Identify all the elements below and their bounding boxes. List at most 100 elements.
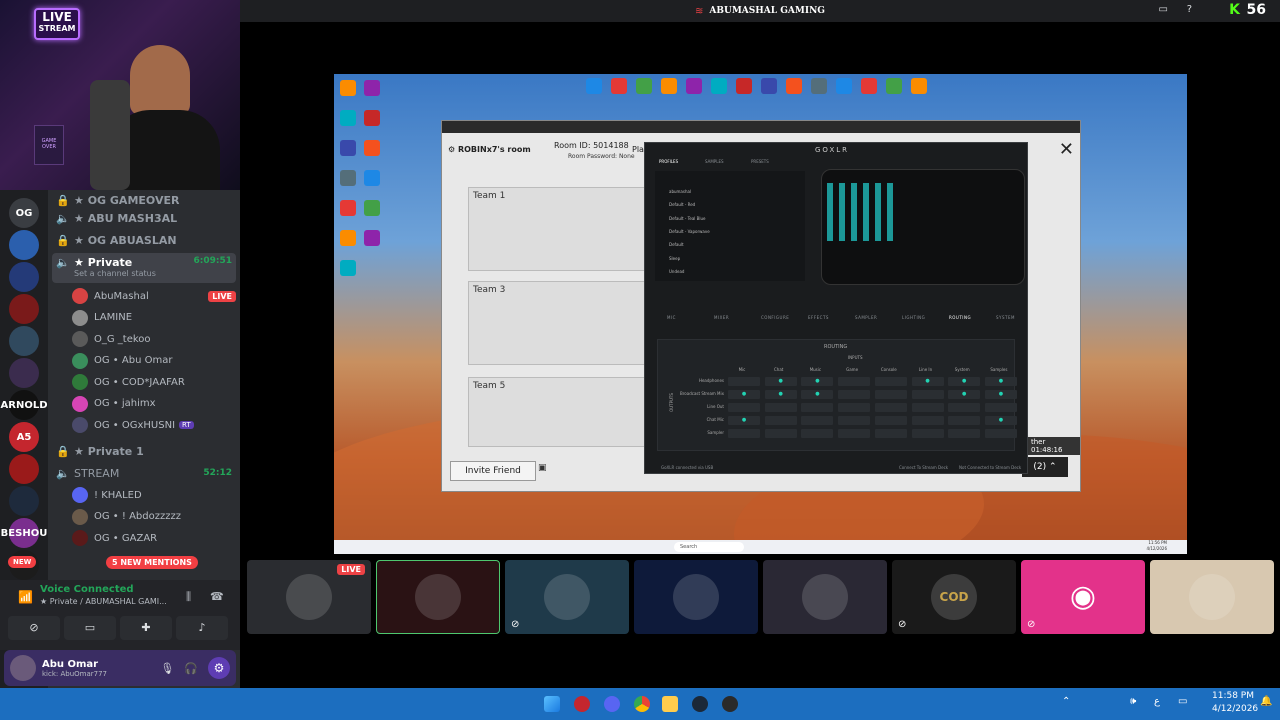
routing-cell[interactable] <box>874 390 907 399</box>
count-badge[interactable]: (2) ⌃ <box>1022 457 1068 477</box>
tray-chevron-icon[interactable]: ⌃ <box>1062 696 1070 707</box>
desktop-shortcut-icon[interactable] <box>586 78 602 94</box>
channel-stream[interactable]: 🔈 STREAM 52:12 <box>52 463 236 483</box>
steam-icon[interactable] <box>692 696 708 712</box>
profile-item[interactable]: abumashal <box>669 189 691 194</box>
desktop-shortcut-icon[interactable] <box>886 78 902 94</box>
desktop-shortcut-icon[interactable] <box>340 110 356 126</box>
routing-cell[interactable] <box>874 403 907 412</box>
routing-cell[interactable] <box>728 377 760 386</box>
camera-off-button[interactable]: ⊘ <box>8 616 60 640</box>
participant-tile[interactable] <box>1150 560 1274 634</box>
voice-member[interactable]: OG • Abu Omar <box>72 351 236 371</box>
goxlr-tab[interactable]: MIXER <box>714 315 729 320</box>
routing-cell[interactable] <box>728 429 760 438</box>
invite-friend-button[interactable]: Invite Friend <box>450 461 536 481</box>
desktop-shortcut-icon[interactable] <box>786 78 802 94</box>
desktop-shortcut-icon[interactable] <box>340 230 356 246</box>
voice-member[interactable]: OG • GAZAR <box>72 528 236 548</box>
routing-cell[interactable] <box>911 390 944 399</box>
routing-cell[interactable] <box>838 390 871 399</box>
desktop-shortcut-icon[interactable] <box>364 230 380 246</box>
routing-cell[interactable] <box>801 429 834 438</box>
user-avatar[interactable] <box>10 655 36 681</box>
voice-member[interactable]: OG • ! Abdozzzzz <box>72 507 236 527</box>
profile-item[interactable]: Sleep <box>669 256 680 261</box>
activities-button[interactable]: ✚ <box>120 616 172 640</box>
server-icon[interactable] <box>9 294 39 324</box>
routing-cell[interactable] <box>874 416 907 425</box>
server-icon[interactable]: OG <box>9 198 39 228</box>
desktop-shortcut-icon[interactable] <box>340 260 356 276</box>
routing-cell[interactable] <box>984 403 1017 412</box>
voice-member[interactable]: OG • OGxHUSNI RT <box>72 415 236 435</box>
routing-cell[interactable]: ● <box>984 377 1017 386</box>
desktop-shortcut-icon[interactable] <box>611 78 627 94</box>
goxlr-tab[interactable]: MIC <box>667 315 676 320</box>
desktop-shortcut-icon[interactable] <box>811 78 827 94</box>
routing-cell[interactable] <box>838 429 871 438</box>
voice-member[interactable]: OG • jahimx <box>72 394 236 414</box>
routing-cell[interactable]: ● <box>728 416 760 425</box>
goxlr-top-tab[interactable]: PROFILES <box>659 159 678 164</box>
routing-cell[interactable] <box>838 377 871 386</box>
goxlr-top-tab[interactable]: PRESETS <box>751 159 769 164</box>
channel-abu-mash3al[interactable]: 🔈 ★ ABU MASH3AL <box>52 208 236 228</box>
routing-cell[interactable]: ● <box>801 390 834 399</box>
routing-cell[interactable]: ● <box>984 390 1017 399</box>
goxlr-top-tab[interactable]: SAMPLES <box>705 159 724 164</box>
routing-cell[interactable]: ● <box>764 377 797 386</box>
desktop-shortcut-icon[interactable] <box>340 170 356 186</box>
routing-cell[interactable]: ● <box>911 377 944 386</box>
routing-cell[interactable] <box>838 403 871 412</box>
clock-date[interactable]: 4/12/2026 <box>1212 704 1258 714</box>
routing-cell[interactable]: ● <box>948 390 981 399</box>
notification-bell-icon[interactable]: 🔔 <box>1260 696 1272 707</box>
clock-time[interactable]: 11:58 PM <box>1212 691 1254 701</box>
voice-member[interactable]: O_G _tekoo <box>72 329 236 349</box>
desktop-shortcut-icon[interactable] <box>686 78 702 94</box>
desktop-shortcut-icon[interactable] <box>364 80 380 96</box>
stream-deck-connect[interactable]: Connect To Stream Deck <box>899 465 948 470</box>
server-icon[interactable] <box>9 326 39 356</box>
voice-member[interactable]: OG • COD*JAAFAR <box>72 372 236 392</box>
help-icon[interactable]: ? <box>1187 4 1192 15</box>
routing-cell[interactable] <box>874 429 907 438</box>
channel-private-1[interactable]: 🔒 ★ Private 1 <box>52 441 236 461</box>
desktop-shortcut-icon[interactable] <box>364 170 380 186</box>
channel-og-gameover[interactable]: 🔒 ★ OG GAMEOVER <box>52 190 236 210</box>
remote-search-box[interactable]: Search <box>674 542 744 552</box>
headset-icon[interactable]: 🎧 <box>184 662 198 675</box>
profile-item[interactable]: Undead <box>669 269 684 274</box>
goxlr-tab[interactable]: SYSTEM <box>996 315 1015 320</box>
desktop-shortcut-icon[interactable] <box>761 78 777 94</box>
server-icon[interactable]: A5 <box>9 422 39 452</box>
routing-cell[interactable] <box>801 403 834 412</box>
routing-cell[interactable] <box>764 429 797 438</box>
participant-tile[interactable]: ◉ ⊘ <box>1021 560 1145 634</box>
chat-icon[interactable]: ▣ <box>538 463 547 473</box>
routing-cell[interactable] <box>801 416 834 425</box>
desktop-shortcut-icon[interactable] <box>340 200 356 216</box>
desktop-shortcut-icon[interactable] <box>364 110 380 126</box>
minimize-icon[interactable]: ▭ <box>1159 4 1168 15</box>
desktop-shortcut-icon[interactable] <box>861 78 877 94</box>
voice-member[interactable]: ! KHALED <box>72 485 236 505</box>
routing-cell[interactable]: ● <box>764 390 797 399</box>
routing-cell[interactable]: ● <box>948 377 981 386</box>
discord-icon[interactable] <box>604 696 620 712</box>
routing-cell[interactable] <box>838 416 871 425</box>
new-mentions-badge[interactable]: 5 NEW MENTIONS <box>106 556 198 569</box>
profile-item[interactable]: Default <box>669 242 684 247</box>
routing-cell[interactable] <box>911 429 944 438</box>
participant-tile[interactable]: ⊘ <box>505 560 629 634</box>
participant-tile[interactable] <box>376 560 500 634</box>
settings-gear-icon[interactable]: ⚙ <box>208 657 230 679</box>
routing-cell[interactable] <box>984 429 1017 438</box>
desktop-shortcut-icon[interactable] <box>711 78 727 94</box>
routing-cell[interactable]: ● <box>801 377 834 386</box>
goxlr-tab[interactable]: CONFIGURE <box>761 315 789 320</box>
profile-item[interactable]: Default - Red <box>669 202 695 207</box>
desktop-shortcut-icon[interactable] <box>636 78 652 94</box>
desktop-shortcut-icon[interactable] <box>340 80 356 96</box>
